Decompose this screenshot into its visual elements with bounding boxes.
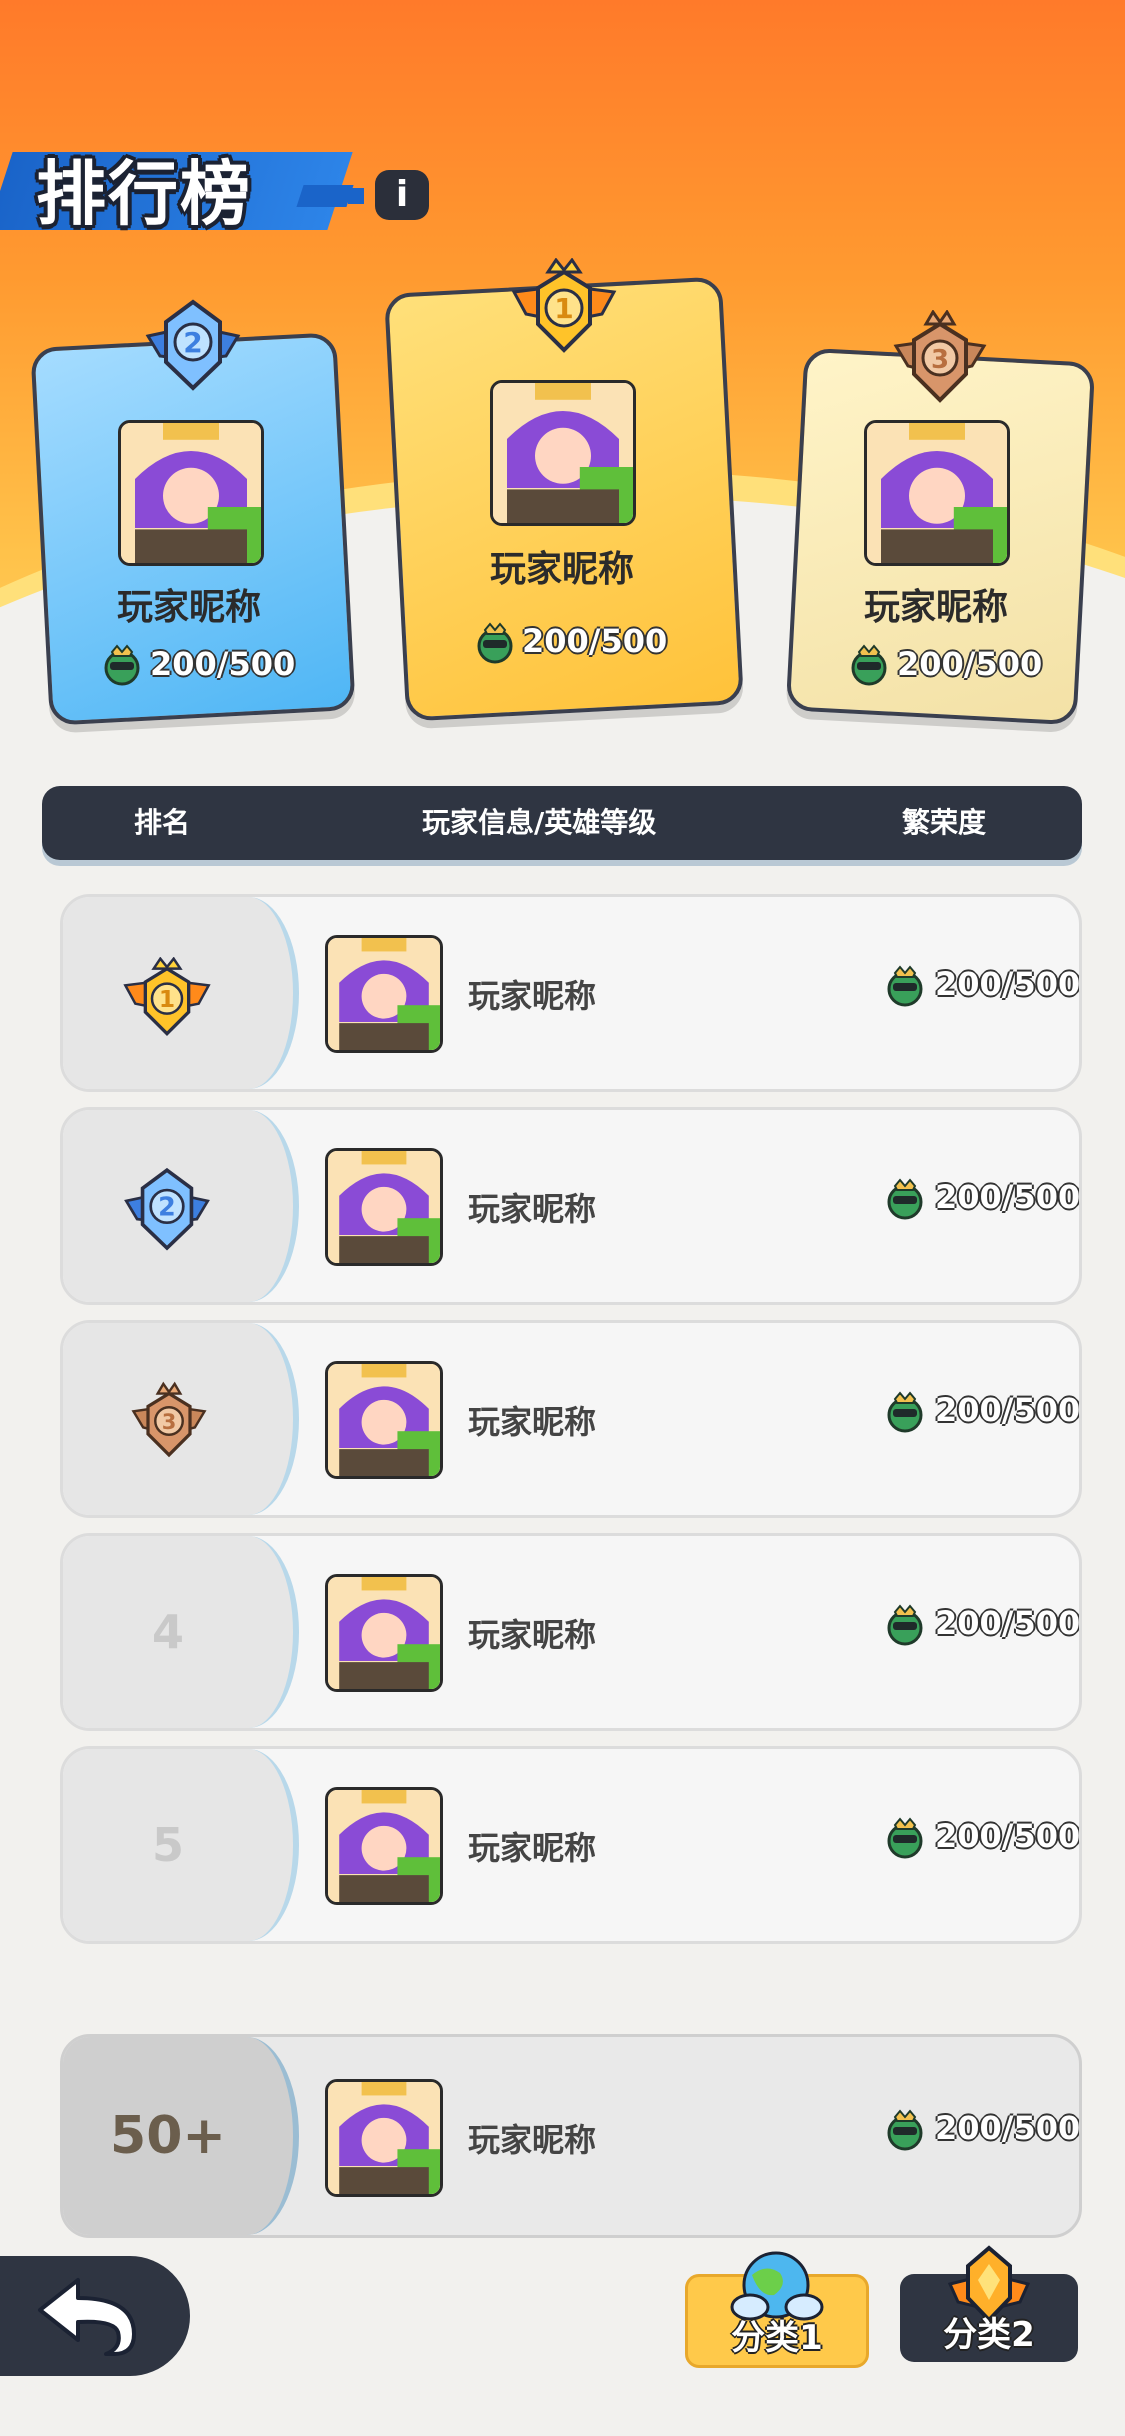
info-button[interactable]: i	[375, 170, 429, 220]
score-value: 200/500	[935, 965, 1081, 1003]
tab-category-2[interactable]: 分类2	[900, 2245, 1078, 2362]
score-value: 200/500	[935, 1817, 1081, 1855]
avatar[interactable]	[325, 935, 443, 1053]
svg-text:3: 3	[162, 1410, 177, 1434]
podium-score: 200/500	[150, 645, 296, 683]
header-player-info: 玩家信息/英雄等级	[422, 806, 657, 839]
svg-text:1: 1	[159, 985, 175, 1013]
tab-label: 分类1	[731, 2318, 823, 2358]
back-button[interactable]	[0, 2256, 190, 2376]
score-value: 200/500	[935, 1604, 1081, 1642]
prosperity-coin-icon	[887, 965, 923, 1007]
title-banner-accent	[296, 185, 354, 207]
prosperity-coin-icon	[887, 1391, 923, 1433]
table-header: 排名 玩家信息/英雄等级 繁荣度	[42, 786, 1082, 860]
rank-number: 4	[151, 1605, 184, 1659]
podium-player-name: 玩家昵称	[489, 549, 634, 590]
player-name: 玩家昵称	[468, 1190, 597, 1228]
player-name: 玩家昵称	[468, 1616, 597, 1654]
score-value: 200/500	[935, 2109, 1081, 2147]
prosperity-coin-icon	[477, 622, 513, 664]
prosperity-coin-icon	[887, 2109, 923, 2151]
rank-number: 50+	[110, 2106, 226, 2166]
table-row[interactable]: 3 玩家昵称 200/500	[60, 1320, 1082, 1518]
avatar[interactable]	[490, 380, 636, 526]
avatar[interactable]	[325, 1148, 443, 1266]
svg-text:2: 2	[183, 326, 202, 359]
prosperity-coin-icon	[104, 644, 140, 686]
table-row[interactable]: 4 玩家昵称 200/500	[60, 1533, 1082, 1731]
player-name: 玩家昵称	[468, 1829, 597, 1867]
avatar[interactable]	[118, 420, 264, 566]
player-name: 玩家昵称	[468, 1403, 597, 1441]
avatar[interactable]	[325, 1574, 443, 1692]
table-row[interactable]: 5 玩家昵称 200/500	[60, 1746, 1082, 1944]
table-row[interactable]: 1 玩家昵称 200/500	[60, 894, 1082, 1092]
svg-text:1: 1	[554, 292, 573, 325]
player-name: 玩家昵称	[468, 2121, 597, 2159]
podium-player-name: 玩家昵称	[863, 587, 1008, 628]
silver-medal-icon: 2	[124, 1167, 210, 1251]
svg-text:3: 3	[931, 345, 949, 375]
self-rank-row[interactable]: 50+ 玩家昵称 200/500	[60, 2034, 1082, 2238]
rank-number: 5	[151, 1818, 184, 1872]
gold-medal-icon: 1	[511, 258, 617, 353]
prosperity-coin-icon	[887, 1817, 923, 1859]
back-arrow-icon	[38, 2278, 136, 2356]
gold-medal-icon: 1	[123, 957, 211, 1037]
title-banner-dot	[348, 188, 364, 204]
bronze-medal-icon: 3	[131, 1381, 207, 1458]
svg-text:2: 2	[158, 1191, 176, 1221]
podium-player-name: 玩家昵称	[116, 587, 261, 628]
page-title: 排行榜	[36, 153, 252, 235]
table-row[interactable]: 2 玩家昵称 200/500	[60, 1107, 1082, 1305]
avatar[interactable]	[325, 1361, 443, 1479]
bronze-medal-icon: 3	[893, 310, 987, 403]
avatar[interactable]	[325, 1787, 443, 1905]
prosperity-coin-icon	[887, 1178, 923, 1220]
player-name: 玩家昵称	[468, 977, 597, 1015]
score-value: 200/500	[935, 1391, 1081, 1429]
prosperity-coin-icon	[887, 1604, 923, 1646]
podium-score: 200/500	[522, 622, 668, 660]
header-rank: 排名	[134, 806, 191, 839]
avatar[interactable]	[864, 420, 1010, 566]
silver-medal-icon: 2	[145, 299, 241, 391]
podium-score: 200/500	[897, 645, 1043, 683]
header-prosperity: 繁荣度	[902, 806, 987, 839]
tab-label: 分类2	[943, 2315, 1035, 2355]
tab-category-1[interactable]: 分类1	[685, 2251, 869, 2368]
avatar[interactable]	[325, 2079, 443, 2197]
score-value: 200/500	[935, 1178, 1081, 1216]
prosperity-coin-icon	[851, 644, 887, 686]
